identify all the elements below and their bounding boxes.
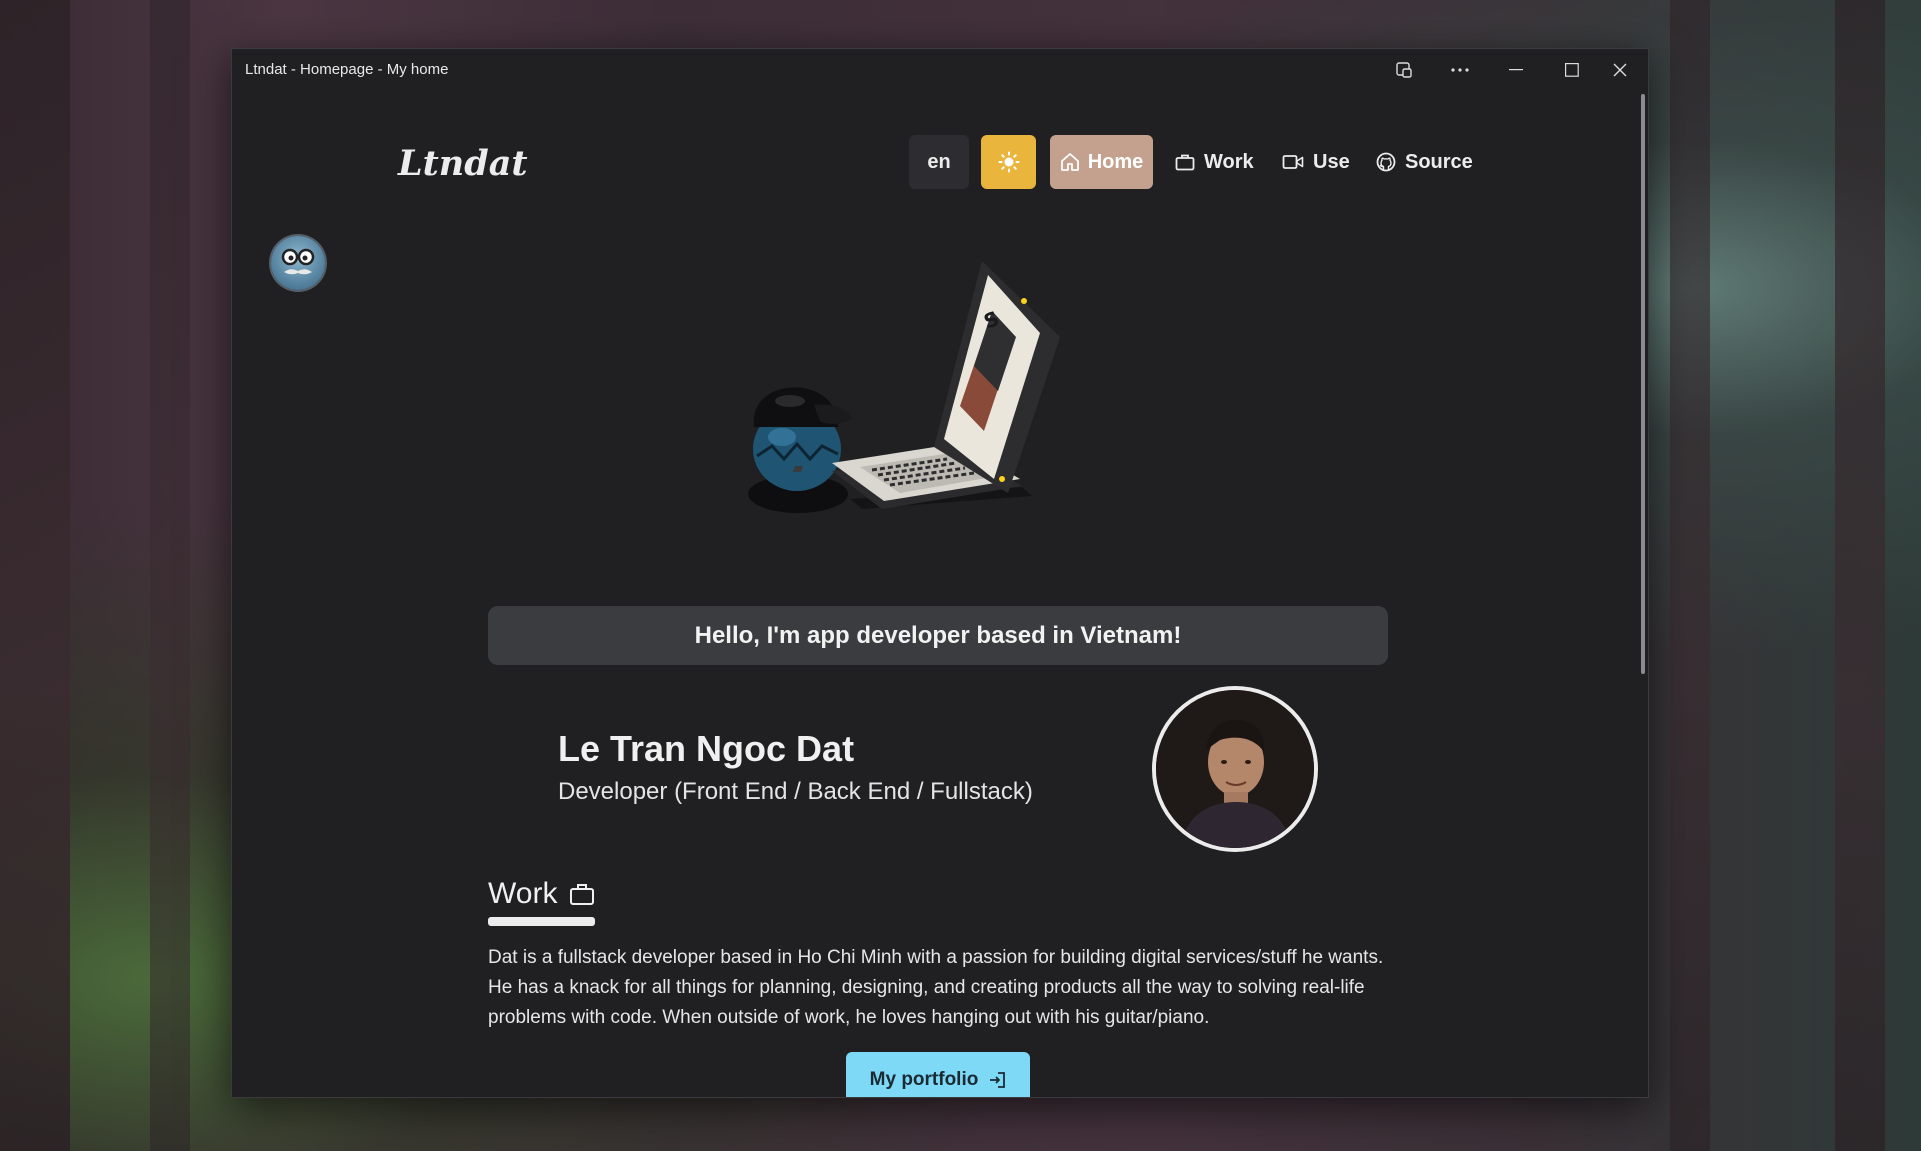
work-section-title: Work (488, 877, 595, 911)
app-icon[interactable] (1376, 49, 1432, 91)
nav-work-label: Work (1204, 150, 1254, 173)
work-description: Dat is a fullstack developer based in Ho… (488, 947, 1384, 1028)
profile-photo (1152, 686, 1318, 852)
nav-use-link[interactable]: Use (1282, 135, 1350, 189)
more-options-icon[interactable] (1432, 49, 1488, 91)
vertical-scrollbar[interactable] (1641, 94, 1645, 674)
window-title: Ltndat - Homepage - My home (245, 61, 449, 78)
nav-work-link[interactable]: Work (1175, 135, 1254, 189)
language-button[interactable]: en (909, 135, 969, 189)
nav-source-label: Source (1405, 150, 1473, 173)
briefcase-icon (570, 884, 595, 905)
nav-source-link[interactable]: Source (1376, 135, 1473, 189)
portfolio-button[interactable]: My portfolio (846, 1052, 1030, 1097)
minimize-button[interactable] (1488, 49, 1544, 91)
home-icon (1060, 153, 1079, 171)
sun-icon (998, 151, 1019, 173)
nav-home-button[interactable]: Home (1050, 135, 1153, 189)
section-underline (488, 917, 595, 926)
video-camera-icon (1282, 155, 1304, 169)
close-button[interactable] (1592, 49, 1648, 91)
hero-illustration: S (702, 241, 1082, 531)
nav-use-label: Use (1313, 150, 1350, 173)
browser-window: Ltndat - Homepage - My home Ltndat en Ho… (231, 48, 1649, 1098)
work-section-label: Work (488, 877, 558, 910)
title-bar: Ltndat - Homepage - My home (232, 49, 1648, 91)
mascot-avatar[interactable] (271, 236, 325, 290)
greeting-banner: Hello, I'm app developer based in Vietna… (488, 606, 1388, 665)
nav-home-label: Home (1087, 150, 1144, 173)
github-icon (1376, 152, 1396, 172)
theme-toggle-button[interactable] (981, 135, 1036, 189)
site-logo[interactable]: Ltndat (398, 143, 528, 184)
page-content: Ltndat en Home Work Use Source S Hello, … (232, 91, 1648, 1097)
person-name: Le Tran Ngoc Dat (558, 728, 855, 769)
portfolio-button-label: My portfolio (869, 1069, 979, 1090)
briefcase-icon (1175, 154, 1195, 171)
person-role: Developer (Front End / Back End / Fullst… (558, 778, 1033, 805)
sign-in-arrow-icon (990, 1072, 1006, 1088)
